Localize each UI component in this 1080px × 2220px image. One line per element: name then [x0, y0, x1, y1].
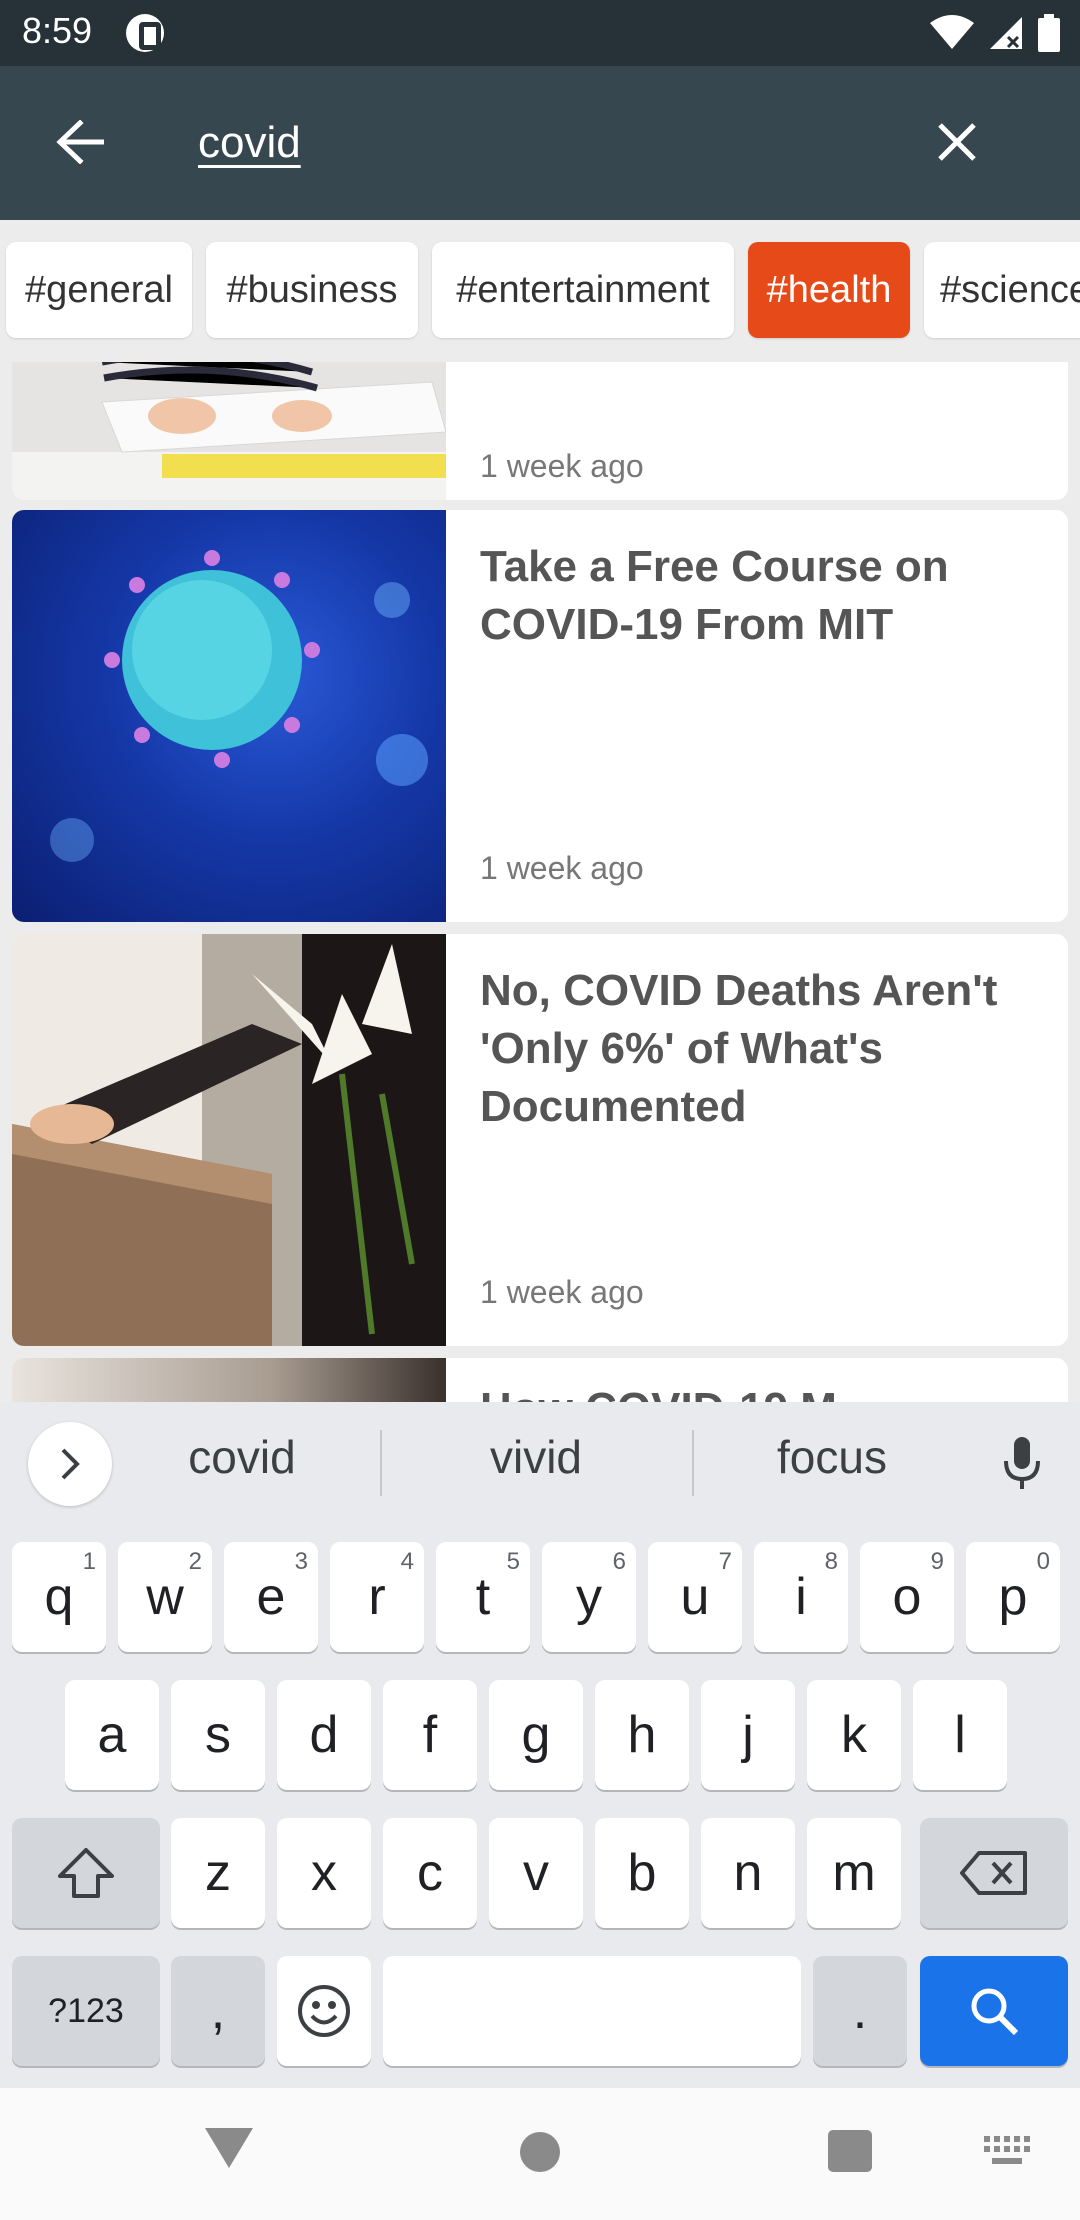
key-s[interactable]: s: [171, 1680, 265, 1790]
chip-entertainment[interactable]: #entertainment: [432, 242, 734, 338]
key-p[interactable]: p0: [966, 1542, 1060, 1652]
status-bar: 8:59: [0, 0, 1080, 66]
key-h[interactable]: h: [595, 1680, 689, 1790]
key-b[interactable]: b: [595, 1818, 689, 1928]
key-d[interactable]: d: [277, 1680, 371, 1790]
signal-icon: [990, 17, 1022, 49]
article-card[interactable]: Take a Free Course on COVID-19 From MIT …: [12, 510, 1068, 922]
desk-image: [12, 362, 446, 500]
arrow-back-icon: [56, 120, 104, 164]
article-title: No, COVID Deaths Aren't 'Only 6%' of Wha…: [480, 966, 998, 1131]
virus-image: [50, 550, 428, 862]
article-list[interactable]: 1 week ago Take a Free Course on COVID-1…: [0, 362, 1080, 1402]
key-f[interactable]: f: [383, 1680, 477, 1790]
search-key[interactable]: [920, 1956, 1068, 2066]
suggestion-1[interactable]: covid: [142, 1430, 342, 1484]
emoji-icon: [298, 1985, 350, 2037]
suggestion-3[interactable]: focus: [732, 1430, 932, 1484]
article-time: 1 week ago: [480, 1274, 644, 1310]
article-time: 1 week ago: [480, 448, 644, 484]
suggestion-2[interactable]: vivid: [436, 1430, 636, 1484]
nav-back-icon[interactable]: [205, 2128, 253, 2168]
comma-key[interactable]: ,: [171, 1956, 265, 2066]
chevron-right-icon: [61, 1448, 80, 1480]
battery-icon: [1038, 14, 1060, 52]
article-card[interactable]: No, COVID Deaths Aren't 'Only 6%' of Wha…: [12, 934, 1068, 1346]
key-z[interactable]: z: [171, 1818, 265, 1928]
search-icon: [971, 1988, 1019, 2036]
chip-general[interactable]: #general: [6, 242, 192, 338]
key-v[interactable]: v: [489, 1818, 583, 1928]
key-q[interactable]: q1: [12, 1542, 106, 1652]
keyboard-switch-icon[interactable]: [984, 2136, 1030, 2168]
app-notification-icon: [126, 14, 164, 52]
key-w[interactable]: w2: [118, 1542, 212, 1652]
key-g[interactable]: g: [489, 1680, 583, 1790]
article-thumbnail: [12, 934, 446, 1346]
chip-business[interactable]: #business: [206, 242, 418, 338]
article-card[interactable]: 1 week ago: [12, 362, 1068, 500]
key-t[interactable]: t5: [436, 1542, 530, 1652]
key-j[interactable]: j: [701, 1680, 795, 1790]
system-nav-bar: [0, 2088, 1080, 2220]
emoji-key[interactable]: [277, 1956, 371, 2066]
article-title: Take a Free Course on COVID-19 From MIT: [480, 542, 949, 649]
back-button[interactable]: [40, 102, 120, 182]
key-x[interactable]: x: [277, 1818, 371, 1928]
period-key[interactable]: .: [813, 1956, 907, 2066]
key-l[interactable]: l: [913, 1680, 1007, 1790]
article-thumbnail: [12, 362, 446, 500]
suggestion-divider: [692, 1430, 694, 1496]
expand-suggestions-button[interactable]: [28, 1422, 112, 1506]
wifi-icon: [930, 15, 974, 49]
shift-icon: [58, 1848, 114, 1898]
search-toolbar: [0, 66, 1080, 220]
backspace-key[interactable]: [920, 1818, 1068, 1928]
key-a[interactable]: a: [65, 1680, 159, 1790]
key-k[interactable]: k: [807, 1680, 901, 1790]
article-card[interactable]: How COVID-19 M: [12, 1358, 1068, 1402]
article-thumbnail: [12, 1358, 446, 1402]
category-chips: #general #business #entertainment #healt…: [0, 220, 1080, 362]
space-key[interactable]: [383, 1956, 801, 2066]
key-e[interactable]: e3: [224, 1542, 318, 1652]
key-r[interactable]: r4: [330, 1542, 424, 1652]
article-title: How COVID-19 M: [480, 1380, 1040, 1402]
key-y[interactable]: y6: [542, 1542, 636, 1652]
soft-keyboard: covid vivid focus q1 w2 e3 r4 t5 y6 u7 i…: [0, 1402, 1080, 2088]
funeral-image: [12, 934, 446, 1346]
shift-key[interactable]: [12, 1818, 160, 1928]
key-i[interactable]: i8: [754, 1542, 848, 1652]
close-icon: [938, 123, 976, 161]
key-o[interactable]: o9: [860, 1542, 954, 1652]
clear-search-button[interactable]: [917, 102, 997, 182]
article-time: 1 week ago: [480, 850, 644, 886]
mic-icon: [1004, 1437, 1040, 1489]
status-icons: [930, 12, 1060, 54]
symbols-key[interactable]: ?123: [12, 1956, 160, 2066]
mic-button[interactable]: [990, 1428, 1054, 1498]
suggestion-strip: covid vivid focus: [0, 1402, 1080, 1522]
nav-home-icon[interactable]: [520, 2132, 560, 2172]
backspace-icon: [960, 1851, 1027, 1895]
search-input[interactable]: [198, 110, 878, 176]
status-time: 8:59: [22, 10, 93, 51]
key-c[interactable]: c: [383, 1818, 477, 1928]
suggestion-divider: [380, 1430, 382, 1496]
chip-science[interactable]: #science: [924, 242, 1080, 338]
key-u[interactable]: u7: [648, 1542, 742, 1652]
chip-health[interactable]: #health: [748, 242, 910, 338]
key-n[interactable]: n: [701, 1818, 795, 1928]
key-m[interactable]: m: [807, 1818, 901, 1928]
nav-recents-icon[interactable]: [828, 2130, 872, 2172]
article-thumbnail: [12, 510, 446, 922]
